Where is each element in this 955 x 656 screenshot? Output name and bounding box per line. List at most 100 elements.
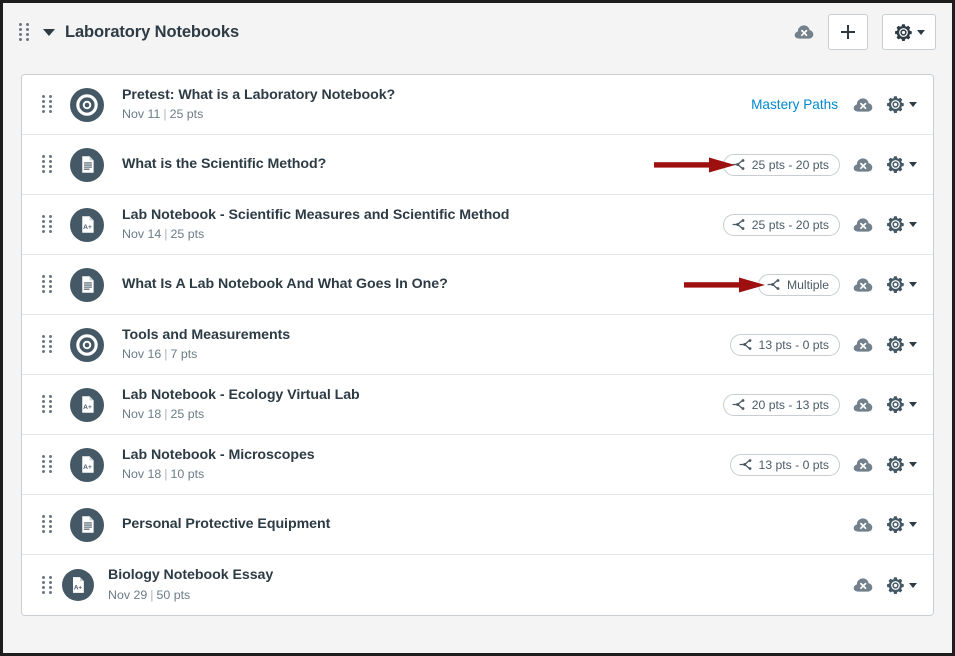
- module-item-text: Personal Protective Equipment: [118, 516, 853, 534]
- cloud-unpublished-icon[interactable]: [853, 517, 873, 533]
- cloud-unpublished-icon[interactable]: [853, 397, 873, 413]
- module-item-meta: Nov 14 | 25 pts: [122, 227, 723, 242]
- module-item-row[interactable]: What Is A Lab Notebook And What Goes In …: [22, 255, 933, 315]
- differentiated-points-pill[interactable]: 25 pts - 20 pts: [722, 213, 840, 236]
- differentiated-points-pill[interactable]: 13 pts - 0 pts: [729, 333, 840, 356]
- cloud-unpublished-icon[interactable]: [853, 457, 873, 473]
- drag-handle-icon[interactable]: [40, 155, 54, 175]
- module-item-meta: Nov 18 | 25 pts: [122, 407, 723, 422]
- chevron-down-icon: [909, 582, 917, 588]
- item-settings-button[interactable]: [886, 95, 917, 114]
- cloud-unpublished-icon[interactable]: [853, 577, 873, 593]
- svg-text:A+: A+: [83, 464, 92, 471]
- chevron-down-icon[interactable]: [43, 28, 55, 36]
- module-settings-button[interactable]: [882, 14, 936, 50]
- drag-handle-icon[interactable]: [40, 575, 54, 595]
- item-due-date: Nov 16: [122, 347, 162, 362]
- cloud-unpublished-icon[interactable]: [853, 97, 873, 113]
- module-item-meta: Nov 18 | 10 pts: [122, 467, 730, 482]
- item-settings-button[interactable]: [886, 515, 917, 534]
- drag-handle-icon[interactable]: [40, 275, 54, 295]
- page-icon: [70, 147, 104, 182]
- drag-handle-icon[interactable]: [40, 395, 54, 415]
- differentiated-points-pill[interactable]: Multiple: [758, 273, 840, 296]
- item-due-date: Nov 18: [122, 407, 162, 422]
- module-item-title[interactable]: Tools and Measurements: [122, 327, 730, 345]
- module-item-title[interactable]: What is the Scientific Method?: [122, 156, 723, 174]
- gear-icon: [887, 456, 904, 473]
- module-item-row[interactable]: A+ Lab Notebook - Scientific Measures an…: [22, 195, 933, 255]
- gear-icon: [887, 156, 904, 173]
- module-item-row[interactable]: A+ Lab Notebook - Ecology Virtual Lab No…: [22, 375, 933, 435]
- gear-icon: [887, 336, 904, 353]
- cloud-unpublished-icon[interactable]: [853, 157, 873, 173]
- branch-differentiated-icon: [739, 459, 751, 470]
- module-item-text: Pretest: What is a Laboratory Notebook? …: [118, 87, 751, 123]
- item-points: 7 pts: [170, 347, 198, 362]
- module-header-actions: [794, 14, 936, 50]
- cloud-unpublished-icon[interactable]: [853, 337, 873, 353]
- item-settings-button[interactable]: [886, 576, 917, 595]
- cloud-unpublished-icon[interactable]: [794, 24, 814, 40]
- module-item-actions: 25 pts - 20 pts: [722, 213, 917, 236]
- item-settings-button[interactable]: [886, 335, 917, 354]
- item-settings-button[interactable]: [886, 215, 917, 234]
- module-item-row[interactable]: What is the Scientific Method? 25 pts - …: [22, 135, 933, 195]
- pill-label: 13 pts - 0 pts: [758, 457, 829, 472]
- gear-icon: [887, 276, 904, 293]
- module-item-actions: Mastery Paths: [751, 95, 917, 114]
- item-settings-button[interactable]: [886, 155, 917, 174]
- module-item-actions: 13 pts - 0 pts: [729, 453, 917, 476]
- item-settings-button[interactable]: [886, 275, 917, 294]
- drag-handle-icon[interactable]: [40, 455, 54, 475]
- chevron-down-icon: [909, 222, 917, 227]
- module-item-row[interactable]: Personal Protective Equipment: [22, 495, 933, 555]
- module-item-title[interactable]: Pretest: What is a Laboratory Notebook?: [122, 87, 751, 105]
- drag-handle-icon[interactable]: [40, 335, 54, 355]
- gear-icon: [887, 216, 904, 233]
- drag-handle-icon[interactable]: [40, 215, 54, 235]
- item-settings-button[interactable]: [886, 455, 917, 474]
- page-title: Laboratory Notebooks: [65, 22, 240, 41]
- module-item-title[interactable]: Biology Notebook Essay: [108, 567, 853, 585]
- canvas-modules-page: Laboratory Notebooks Pretest: What is a …: [3, 3, 952, 653]
- module-item-row[interactable]: Tools and Measurements Nov 16 | 7 pts 13 p…: [22, 315, 933, 375]
- module-item-text: Lab Notebook - Scientific Measures and S…: [118, 207, 723, 243]
- pill-label: 20 pts - 13 pts: [751, 397, 829, 412]
- pill-label: 25 pts - 20 pts: [751, 157, 829, 172]
- gear-icon: [887, 396, 904, 413]
- add-item-button[interactable]: [828, 14, 868, 50]
- mastery-paths-link[interactable]: Mastery Paths: [751, 97, 838, 112]
- module-item-row[interactable]: A+ Lab Notebook - Microscopes Nov 18 | 10 …: [22, 435, 933, 495]
- item-due-date: Nov 14: [122, 227, 162, 242]
- gear-icon: [887, 576, 904, 594]
- cloud-unpublished-icon[interactable]: [853, 217, 873, 233]
- module-item-row[interactable]: Pretest: What is a Laboratory Notebook? …: [22, 75, 933, 135]
- differentiated-points-pill[interactable]: 25 pts - 20 pts: [722, 153, 840, 176]
- chevron-down-icon: [916, 29, 925, 35]
- assignment-icon: A+: [62, 569, 94, 601]
- module-item-title[interactable]: Personal Protective Equipment: [122, 516, 853, 534]
- item-points: 25 pts: [169, 107, 204, 122]
- drag-handle-icon[interactable]: [40, 95, 54, 115]
- module-item-title[interactable]: Lab Notebook - Microscopes: [122, 447, 730, 465]
- module-item-title[interactable]: What Is A Lab Notebook And What Goes In …: [122, 276, 758, 294]
- module-item-title[interactable]: Lab Notebook - Ecology Virtual Lab: [122, 387, 723, 405]
- module-item-actions: [853, 576, 917, 595]
- drag-handle-icon[interactable]: [40, 515, 54, 535]
- chevron-down-icon: [909, 282, 917, 287]
- module-item-title[interactable]: Lab Notebook - Scientific Measures and S…: [122, 207, 723, 225]
- drag-handle-icon[interactable]: [17, 22, 31, 42]
- differentiated-points-pill[interactable]: 13 pts - 0 pts: [729, 453, 840, 476]
- cloud-unpublished-icon[interactable]: [853, 277, 873, 293]
- item-due-date: Nov 18: [122, 467, 162, 482]
- chevron-down-icon: [909, 102, 917, 107]
- module-item-row[interactable]: A+ Biology Notebook Essay Nov 29 | 50 pts: [22, 555, 933, 615]
- differentiated-points-pill[interactable]: 20 pts - 13 pts: [722, 393, 840, 416]
- chevron-down-icon: [909, 342, 917, 347]
- item-due-date: Nov 11: [122, 107, 161, 122]
- module-item-actions: Multiple: [758, 273, 917, 296]
- pill-label: 13 pts - 0 pts: [758, 337, 829, 352]
- item-settings-button[interactable]: [886, 395, 917, 414]
- plus-icon: [840, 24, 856, 40]
